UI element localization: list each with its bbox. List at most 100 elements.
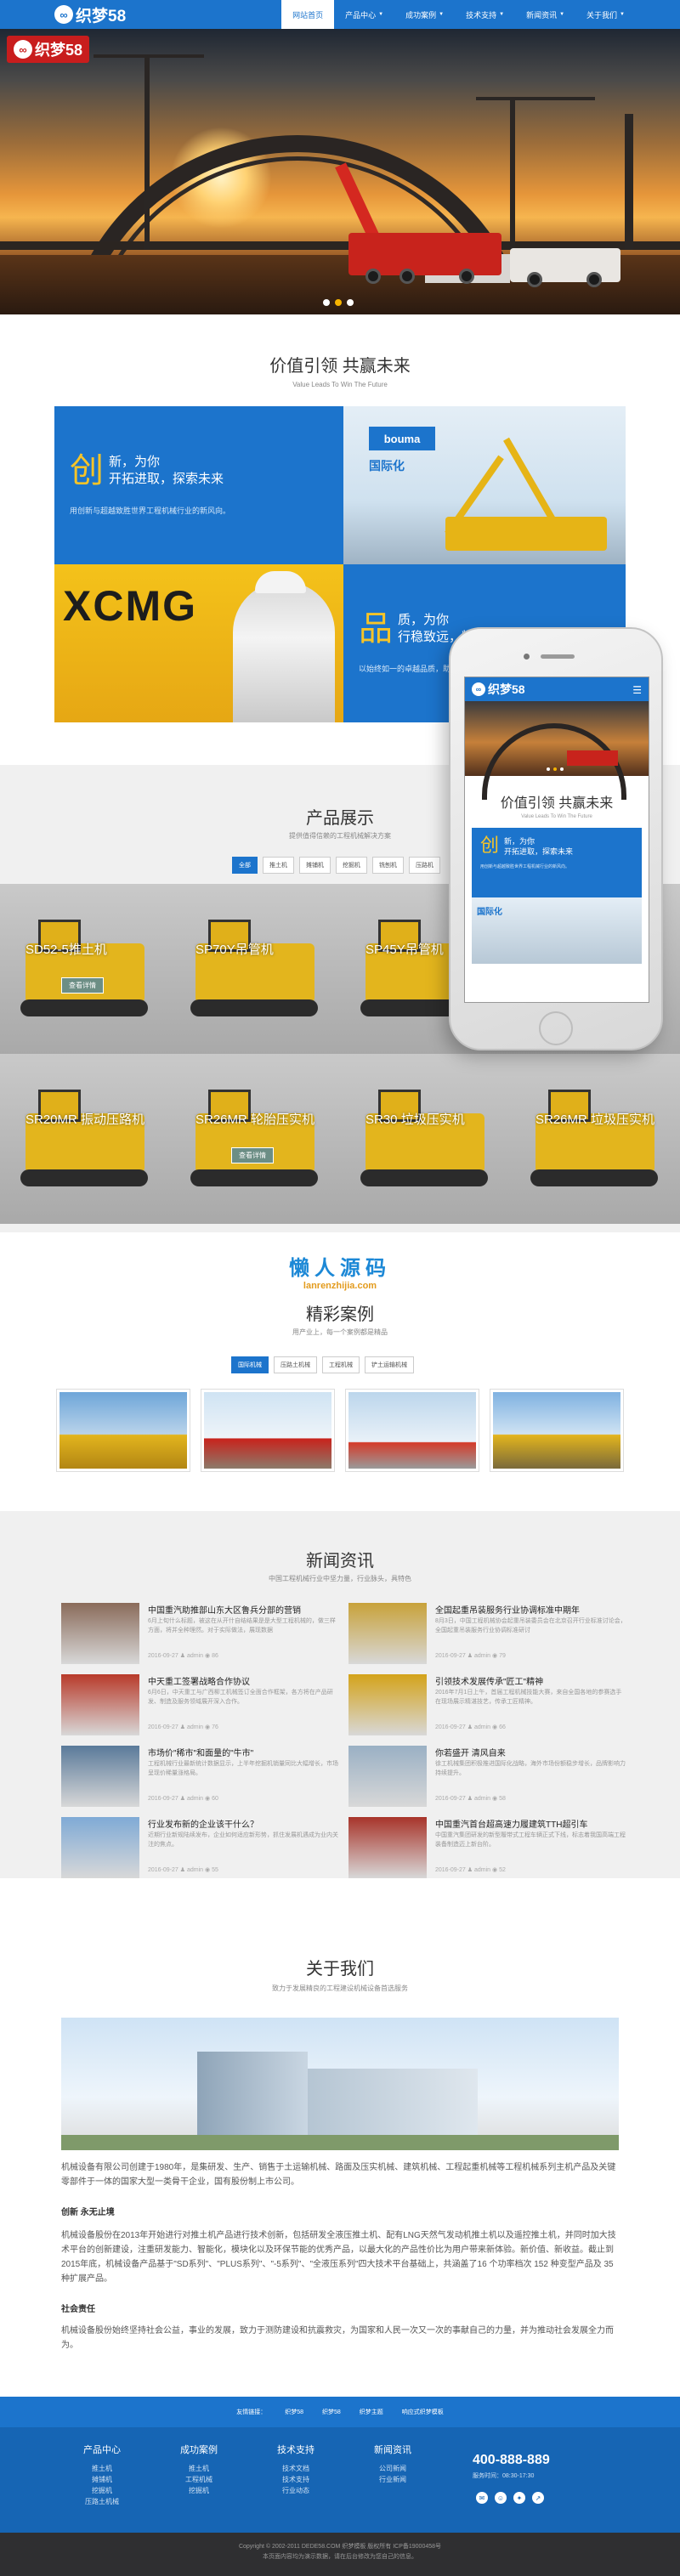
phone-mockup: ∞ 织梦58 ☰ 价值引领 共赢未来 Value Leads To Win Th… (449, 627, 663, 1050)
footer-link[interactable]: 挖掘机 (165, 2485, 233, 2496)
nav-item-label: 新闻资讯 (526, 10, 558, 20)
qq-icon[interactable]: ☺ (495, 2492, 507, 2504)
news-summary: 近期行业新规陆续发布，企业如何适应新形势，抓住发展机遇成为业内关注的焦点。 (148, 1832, 338, 1848)
footer-column-heading[interactable]: 新闻资讯 (359, 2443, 427, 2456)
footer-link[interactable]: 技术文档 (262, 2463, 330, 2474)
nav-item[interactable]: 新闻资讯 ▼ (515, 0, 575, 29)
friend-link[interactable]: 织梦58 (322, 2408, 341, 2416)
chevron-down-icon: ▼ (559, 12, 565, 17)
tower-crane-left-jib (94, 54, 204, 58)
slider-dot[interactable] (323, 299, 330, 306)
news-title[interactable]: 中国重汽首台超高速力履建筑TTH超引车 (435, 1817, 587, 1830)
footer-link[interactable]: 技术支持 (262, 2474, 330, 2485)
innovation-text-panel: 创 新，为你 开拓进取，探索未来 用创新与超越致胜世界工程机械行业的新风向。 (54, 406, 343, 564)
product-card[interactable]: SR20MR 振动压路机 (0, 1054, 170, 1224)
footer-link[interactable]: 推土机 (68, 2463, 136, 2474)
footer-column: 成功案例推土机 工程机械 挖掘机 (165, 2443, 233, 2496)
footer-link[interactable]: 公司新闻 (359, 2463, 427, 2474)
slider-dot[interactable] (347, 299, 354, 306)
friend-link[interactable]: 织梦主题 (360, 2408, 383, 2416)
menu-icon[interactable]: ☰ (632, 684, 642, 696)
case-card[interactable] (56, 1389, 190, 1472)
product-card[interactable]: SP70Y吊管机 (170, 884, 340, 1054)
news-thumbnail (61, 1746, 139, 1807)
news-date: 2016-09-27 (435, 1796, 466, 1802)
nav-item[interactable]: 技术支持 ▼ (455, 0, 515, 29)
nav-item[interactable]: 关于我们 ▼ (575, 0, 636, 29)
news-title[interactable]: 市场价"稀市"和面量的"牛市" (148, 1746, 253, 1758)
news-summary: 6月6日，中天重工与广西柳工机械签订全面合作框架，各方将在产品研发、制造及服务领… (148, 1690, 333, 1705)
footer-link[interactable]: 挖掘机 (68, 2485, 136, 2496)
product-tab[interactable]: 压路机 (409, 857, 440, 874)
product-card[interactable]: SR26MR 垃圾压实机 (510, 1054, 680, 1224)
footer-column-heading[interactable]: 产品中心 (68, 2443, 136, 2456)
footer-column-heading[interactable]: 成功案例 (165, 2443, 233, 2456)
news-meta: 2016-09-27 ♟ admin ◉ 76 (148, 1724, 218, 1730)
case-tab[interactable]: 国际机械 (231, 1356, 269, 1373)
product-card[interactable]: SD52-5推土机 查看详情 (0, 884, 170, 1054)
product-tab[interactable]: 摊铺机 (299, 857, 331, 874)
news-item[interactable]: 中国重汽首台超高速力履建筑TTH超引车 中国重汽集团研发的新型履带式工程车辆正式下… (348, 1817, 627, 1883)
site-logo[interactable]: ∞ 织梦58 (54, 3, 126, 25)
product-card[interactable]: SR30 垃圾压实机 (340, 1054, 510, 1224)
case-card[interactable] (490, 1389, 624, 1472)
friend-link[interactable]: 织梦58 (285, 2408, 303, 2416)
eye-icon: ◉ (490, 1796, 500, 1802)
news-item[interactable]: 全国起重吊装服务行业协调标准中期年 8月3日，中国工程机械协会起重吊装委员会在北京… (348, 1603, 627, 1669)
nav-item-label: 网站首页 (292, 10, 324, 20)
news-title[interactable]: 全国起重吊装服务行业协调标准中期年 (435, 1603, 580, 1616)
news-item[interactable]: 引领技术发展传承"匠工"精神 2016年7月1日上午，首届工程机械技能大赛，来自全… (348, 1674, 627, 1741)
quality-big-char: 品 (359, 610, 393, 648)
news-title[interactable]: 中国重汽助推部山东大区鲁兵分部的营销 (148, 1603, 301, 1616)
product-detail-button[interactable]: 查看详情 (61, 977, 104, 994)
footer-link[interactable]: 工程机械 (165, 2474, 233, 2485)
news-title[interactable]: 引领技术发展传承"匠工"精神 (435, 1674, 543, 1687)
product-tab[interactable]: 推土机 (263, 857, 294, 874)
news-views: 60 (212, 1796, 218, 1802)
footer-column-heading[interactable]: 技术支持 (262, 2443, 330, 2456)
chevron-down-icon: ▼ (499, 12, 505, 17)
phone-big-char: 创 (480, 835, 500, 856)
product-name: SR26MR 轮胎压实机 (196, 1112, 315, 1127)
watermark: 懒人源码 lanrenzhijia.com (269, 1251, 411, 1300)
news-author: admin (186, 1724, 204, 1730)
weibo-icon[interactable]: ✦ (513, 2492, 525, 2504)
news-title[interactable]: 中天重工签署战略合作协议 (148, 1674, 250, 1687)
news-title[interactable]: 你若盛开 清风自来 (435, 1746, 506, 1758)
product-detail-button[interactable]: 查看详情 (231, 1147, 274, 1163)
footer-link[interactable]: 行业动态 (262, 2485, 330, 2496)
news-item[interactable]: 中国重汽助推部山东大区鲁兵分部的营销 6月上旬什么标题，被这在从开什自结结果是是大… (61, 1603, 340, 1669)
nav-item[interactable]: 产品中心 ▼ (334, 0, 394, 29)
case-card[interactable] (201, 1389, 335, 1472)
phone-desc: 用创新与超越致胜世界工程机械行业的新风向。 (480, 864, 570, 869)
footer-link[interactable]: 行业新闻 (359, 2474, 427, 2485)
nav-item[interactable]: 成功案例 ▼ (394, 0, 455, 29)
news-item[interactable]: 市场价"稀市"和面量的"牛市" 工程机械行业最新统计数据显示，上半年挖掘机销量同比… (61, 1746, 340, 1812)
nav-item[interactable]: 网站首页 (281, 0, 335, 29)
user-icon: ♟ (465, 1653, 474, 1659)
news-title[interactable]: 行业发布新的企业该干什么？ (148, 1817, 258, 1830)
phone-line2: 开拓进取，探索未来 (504, 847, 574, 856)
case-card[interactable] (345, 1389, 479, 1472)
product-card[interactable]: SR26MR 轮胎压实机 查看详情 (170, 1054, 340, 1224)
bouma-logo: bouma (369, 427, 435, 450)
footer-link[interactable]: 压路土机械 (68, 2496, 136, 2507)
footer-link[interactable]: 推土机 (165, 2463, 233, 2474)
product-tab[interactable]: 铣刨机 (372, 857, 404, 874)
product-tab[interactable]: 挖掘机 (336, 857, 367, 874)
news-item[interactable]: 中天重工签署战略合作协议 6月6日，中天重工与广西柳工机械签订全面合作框架，各方将… (61, 1674, 340, 1741)
innovation-lines: 新，为你 开拓进取，探索未来 (109, 454, 224, 488)
case-tab[interactable]: 压路土机械 (274, 1356, 317, 1373)
news-item[interactable]: 行业发布新的企业该干什么？ 近期行业新规陆续发布，企业如何适应新形势，抓住发展机遇… (61, 1817, 340, 1883)
slider-dot[interactable] (335, 299, 342, 306)
news-summary: 6月上旬什么标题，被这在从开什自结结果是是大型工程机械的，做三样方面，将并全种理… (148, 1618, 336, 1633)
case-tab[interactable]: 工程机械 (322, 1356, 360, 1373)
share-icon[interactable]: ↗ (532, 2492, 544, 2504)
news-author: admin (473, 1796, 491, 1802)
case-tab[interactable]: 铲土运输机械 (365, 1356, 414, 1373)
friend-link[interactable]: 响应式织梦模板 (402, 2408, 444, 2416)
footer-link[interactable]: 摊铺机 (68, 2474, 136, 2485)
wechat-icon[interactable]: ✉ (476, 2492, 488, 2504)
news-item[interactable]: 你若盛开 清风自来 徐工机械集团积极推进国际化战略，海外市场份额稳步增长，品牌影响… (348, 1746, 627, 1812)
product-tab[interactable]: 全部 (232, 857, 258, 874)
